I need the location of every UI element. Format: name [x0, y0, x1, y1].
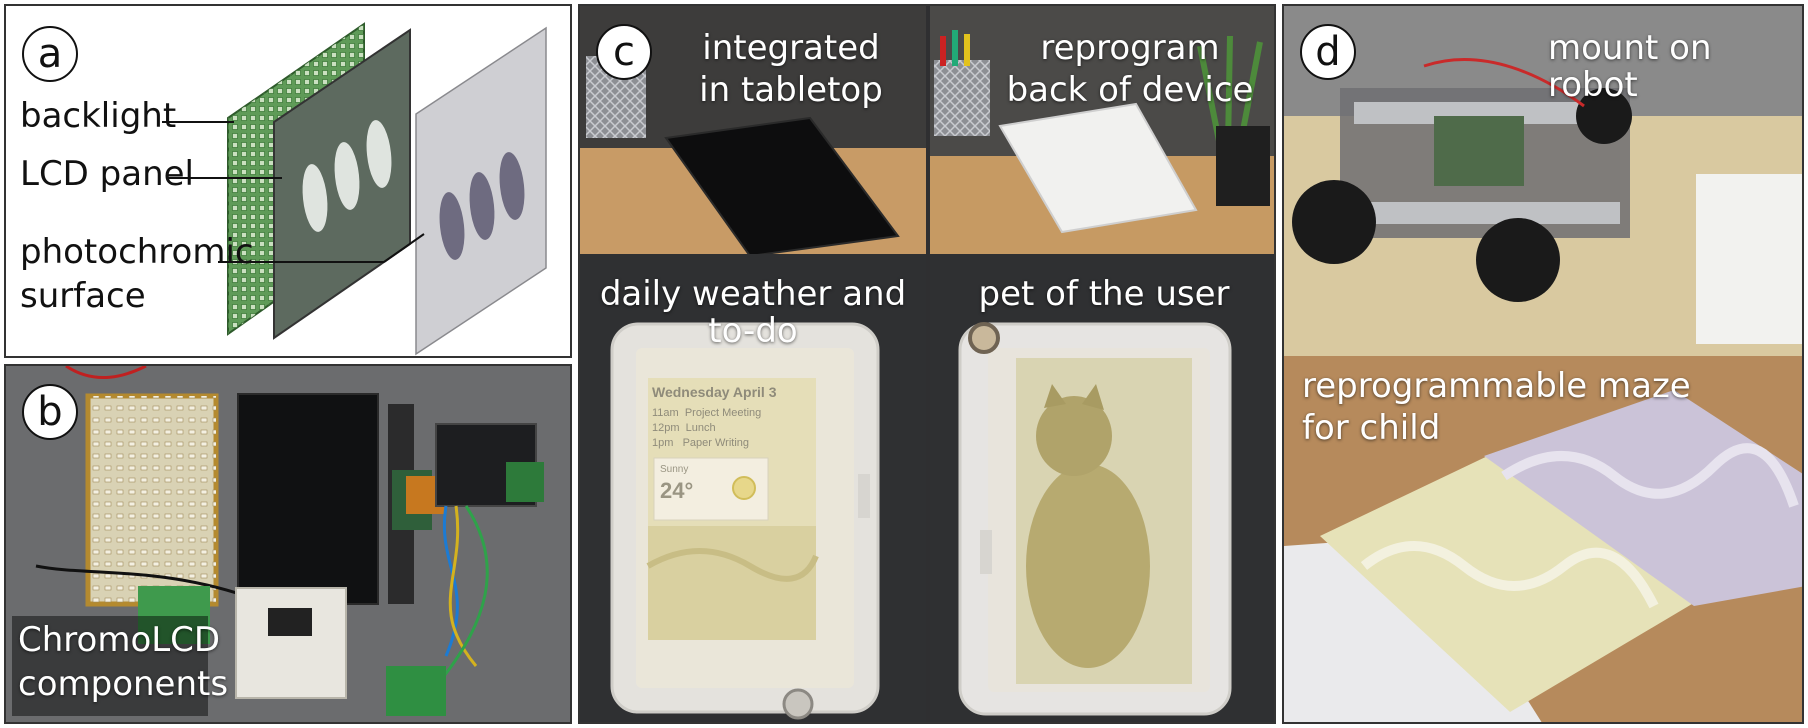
sun-icon [732, 476, 756, 500]
caption-back-of-device: back of device [1006, 70, 1254, 110]
weather-agenda: 11am Project Meeting 12pm Lunch 1pm Pape… [652, 406, 761, 451]
usage-photos [580, 6, 1274, 722]
panel-letter-a: a [22, 26, 78, 82]
label-photochromic: photochromic [20, 232, 254, 272]
weather-temperature: 24° [660, 478, 694, 503]
panel-b: b ChromoLCD components [4, 364, 572, 724]
weather-date: Wednesday April 3 [652, 384, 777, 400]
label-backlight: backlight [20, 96, 177, 136]
lcd-panel-photo [237, 393, 379, 605]
panel-a: a backlight LCD panel photochromic surfa… [4, 4, 572, 358]
label-surface: surface [20, 276, 146, 316]
caption-in-tabletop: in tabletop [699, 70, 883, 110]
caption-pet-of-user: pet of the user [978, 274, 1230, 314]
panel-letter-d: d [1300, 24, 1356, 80]
panel-d: d mount on robot reprogrammable maze for… [1282, 4, 1804, 724]
caption-reprogrammable-maze: reprogrammable maze [1302, 366, 1691, 406]
label-lcd-panel: LCD panel [20, 154, 195, 194]
panel-letter-c: c [596, 24, 652, 80]
caption-chromolcd: ChromoLCD [18, 620, 221, 660]
cat-image [1026, 464, 1150, 668]
agenda-item: 12pm Lunch [652, 422, 716, 434]
caption-mount-on-robot: mount on robot [1548, 28, 1712, 106]
panel-letter-b: b [22, 384, 78, 440]
caption-for-child: for child [1302, 408, 1441, 448]
caption-reprogram: reprogram [1040, 28, 1220, 68]
agenda-item: 1pm Paper Writing [652, 437, 750, 449]
caption-integrated: integrated [702, 28, 880, 68]
caption-daily-weather: daily weather and to-do [599, 274, 907, 352]
panel-c: c integrated in tabletop reprogram back … [578, 4, 1276, 724]
weather-condition: Sunny [660, 464, 689, 475]
robot-maze-photos [1284, 6, 1802, 722]
breadboard [235, 587, 347, 699]
agenda-item: 11am Project Meeting [652, 407, 762, 419]
caption-components: components [18, 664, 229, 704]
